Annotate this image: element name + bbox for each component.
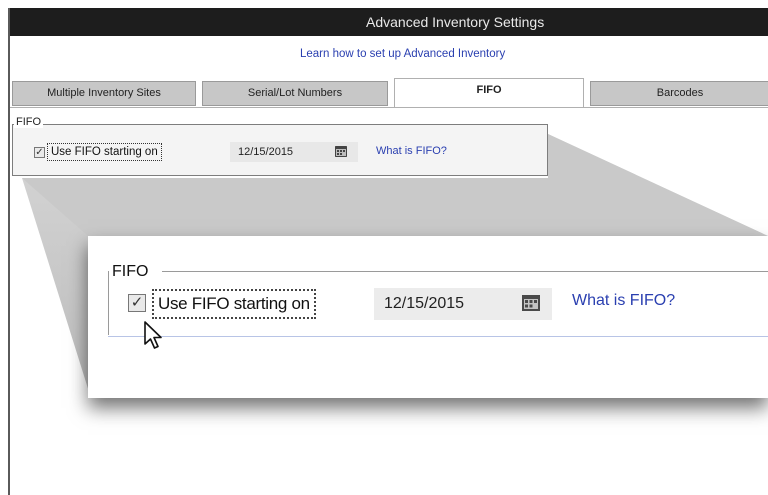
zoomed-group-border-left bbox=[108, 271, 109, 335]
calendar-icon[interactable] bbox=[335, 146, 347, 157]
tab-multiple-inventory-sites[interactable]: Multiple Inventory Sites bbox=[12, 81, 196, 106]
use-fifo-checkbox[interactable]: ✓ bbox=[34, 147, 45, 158]
learn-advanced-inventory-link[interactable]: Learn how to set up Advanced Inventory bbox=[300, 48, 505, 60]
checkmark-icon: ✓ bbox=[35, 147, 44, 158]
tab-serial-lot-numbers[interactable]: Serial/Lot Numbers bbox=[202, 81, 388, 106]
zoomed-group-border-bottom bbox=[108, 336, 768, 337]
tab-bar: Multiple Inventory Sites Serial/Lot Numb… bbox=[10, 78, 768, 108]
zoomed-group-border-top bbox=[162, 271, 768, 272]
zoomed-use-fifo-checkbox[interactable]: ✓ bbox=[128, 294, 146, 312]
fifo-group-label: FIFO bbox=[14, 116, 44, 128]
tab-divider bbox=[10, 107, 768, 108]
what-is-fifo-link[interactable]: What is FIFO? bbox=[376, 145, 447, 157]
title-bar[interactable]: Advanced Inventory Settings bbox=[10, 8, 768, 36]
tab-barcodes[interactable]: Barcodes bbox=[590, 81, 768, 106]
zoomed-use-fifo-checkbox-label[interactable]: Use FIFO starting on bbox=[152, 289, 316, 319]
calendar-icon[interactable] bbox=[522, 295, 540, 311]
zoomed-fifo-group-label: FIFO bbox=[112, 263, 149, 280]
use-fifo-checkbox-label[interactable]: Use FIFO starting on bbox=[47, 143, 162, 161]
checkmark-icon: ✓ bbox=[130, 294, 144, 311]
window-title: Advanced Inventory Settings bbox=[366, 14, 545, 30]
mouse-pointer-icon bbox=[144, 321, 162, 349]
tab-fifo[interactable]: FIFO bbox=[394, 78, 584, 108]
zoomed-what-is-fifo-link[interactable]: What is FIFO? bbox=[572, 292, 675, 310]
